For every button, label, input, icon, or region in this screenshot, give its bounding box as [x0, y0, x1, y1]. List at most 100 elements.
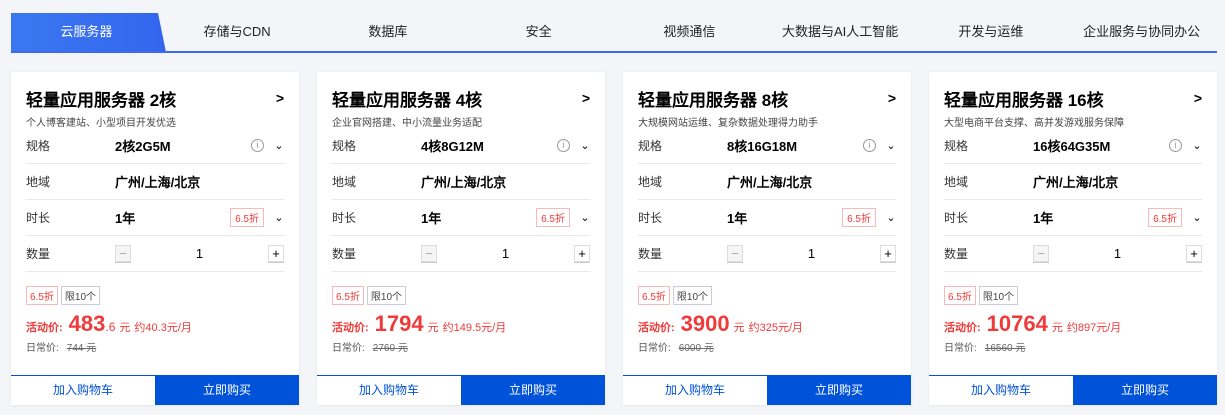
quantity-value[interactable]: 1	[502, 246, 509, 261]
chevron-down-icon[interactable]: ⌄	[886, 211, 896, 224]
product-card: 轻量应用服务器 8核 > 大规模网站运维、复杂数据处理得力助手 规格 8核16G18…	[623, 72, 911, 405]
discount-tag: 6.5折	[638, 286, 670, 305]
tab-0[interactable]: 云服务器	[11, 13, 162, 51]
promo-label: 活动价:	[332, 322, 369, 334]
tab-5[interactable]: 大数据与AI人工智能	[765, 13, 916, 51]
buy-now-button[interactable]: 立即购买	[155, 376, 299, 405]
add-to-cart-button[interactable]: 加入购物车	[623, 376, 767, 405]
tab-1[interactable]: 存储与CDN	[162, 13, 313, 51]
regular-label: 日常价:	[944, 343, 977, 354]
region-row: 地域 广州/上海/北京	[26, 164, 284, 200]
spec-row[interactable]: 规格 2核2G5M i ⌄	[26, 128, 284, 164]
region-value: 广州/上海/北京	[421, 175, 507, 190]
buy-now-button[interactable]: 立即购买	[461, 376, 605, 405]
promo-price: 活动价: 483.6 元约40.3元/月	[26, 311, 284, 337]
duration-row[interactable]: 时长 1年 6.5折 ⌄	[332, 200, 590, 236]
tab-7[interactable]: 企业服务与协同办公	[1066, 13, 1217, 51]
tab-6[interactable]: 开发与运维	[916, 13, 1067, 51]
currency-unit: 元	[427, 322, 439, 334]
decrement-button[interactable]: −	[421, 245, 437, 262]
price-integer: 10764	[986, 311, 1048, 336]
quantity-label: 数量	[332, 247, 357, 261]
tab-2[interactable]: 数据库	[313, 13, 464, 51]
card-title: 轻量应用服务器 4核	[332, 90, 483, 110]
region-value: 广州/上海/北京	[115, 175, 201, 190]
card-title-link[interactable]: 轻量应用服务器 4核 >	[332, 87, 590, 110]
monthly-price: 约897元/月	[1066, 322, 1122, 334]
chevron-down-icon[interactable]: ⌄	[1192, 211, 1202, 224]
increment-button[interactable]: +	[1185, 245, 1202, 262]
currency-unit: 元	[119, 322, 131, 334]
category-tabs: 云服务器 存储与CDN 数据库 安全 视频通信 大数据与AI人工智能 开发与运维 企业服务与协…	[11, 13, 1217, 53]
regular-label: 日常价:	[638, 343, 671, 354]
quantity-value[interactable]: 1	[1114, 246, 1121, 261]
regular-value: 744	[66, 343, 84, 354]
chevron-down-icon[interactable]: ⌄	[886, 139, 896, 152]
card-title-link[interactable]: 轻量应用服务器 16核 >	[944, 87, 1202, 110]
tab-3[interactable]: 安全	[463, 13, 614, 51]
buy-now-button[interactable]: 立即购买	[767, 376, 911, 405]
region-row: 地域 广州/上海/北京	[332, 164, 590, 200]
duration-value: 1年	[1033, 211, 1054, 226]
spec-row[interactable]: 规格 4核8G12M i ⌄	[332, 128, 590, 164]
region-value: 广州/上海/北京	[727, 175, 813, 190]
monthly-price: 约325元/月	[748, 322, 804, 334]
product-card: 轻量应用服务器 4核 > 企业官网搭建、中小流量业务适配 规格 4核8G12M i ⌄ …	[317, 72, 605, 405]
regular-value: 2760	[372, 343, 396, 354]
chevron-down-icon[interactable]: ⌄	[580, 139, 590, 152]
chevron-down-icon[interactable]: ⌄	[274, 211, 284, 224]
quantity-stepper[interactable]: − 1 +	[115, 245, 284, 262]
add-to-cart-button[interactable]: 加入购物车	[929, 376, 1073, 405]
info-icon[interactable]: i	[557, 139, 570, 152]
quantity-row: 数量 − 1 +	[638, 236, 896, 272]
chevron-right-icon: >	[275, 90, 284, 106]
spec-value: 16核64G35M	[1033, 139, 1111, 154]
quantity-value[interactable]: 1	[196, 246, 203, 261]
region-row: 地域 广州/上海/北京	[638, 164, 896, 200]
quantity-stepper[interactable]: − 1 +	[1033, 245, 1202, 262]
decrement-button[interactable]: −	[1033, 245, 1049, 262]
decrement-button[interactable]: −	[727, 245, 743, 262]
regular-value: 16560	[984, 343, 1013, 354]
quantity-label: 数量	[638, 247, 663, 261]
spec-value: 8核16G18M	[727, 139, 798, 154]
duration-row[interactable]: 时长 1年 6.5折 ⌄	[26, 200, 284, 236]
card-title-link[interactable]: 轻量应用服务器 8核 >	[638, 87, 896, 110]
quantity-value[interactable]: 1	[808, 246, 815, 261]
card-title-link[interactable]: 轻量应用服务器 2核 >	[26, 87, 284, 110]
chevron-down-icon[interactable]: ⌄	[580, 211, 590, 224]
increment-button[interactable]: +	[573, 245, 590, 262]
tab-4[interactable]: 视频通信	[614, 13, 765, 51]
duration-row[interactable]: 时长 1年 6.5折 ⌄	[944, 200, 1202, 236]
limit-tag: 限10个	[366, 286, 407, 305]
spec-row[interactable]: 规格 16核64G35M i ⌄	[944, 128, 1202, 164]
chevron-down-icon[interactable]: ⌄	[1192, 139, 1202, 152]
add-to-cart-button[interactable]: 加入购物车	[317, 376, 461, 405]
promo-price: 活动价: 10764 元约897元/月	[944, 311, 1202, 337]
duration-row[interactable]: 时长 1年 6.5折 ⌄	[638, 200, 896, 236]
discount-badge: 6.5折	[842, 208, 876, 227]
duration-value: 1年	[115, 211, 136, 226]
duration-value: 1年	[727, 211, 748, 226]
spec-row[interactable]: 规格 8核16G18M i ⌄	[638, 128, 896, 164]
card-subtitle: 大规模网站运维、复杂数据处理得力助手	[638, 118, 818, 129]
chevron-right-icon: >	[581, 90, 590, 106]
info-icon[interactable]: i	[863, 139, 876, 152]
chevron-down-icon[interactable]: ⌄	[274, 139, 284, 152]
spec-value: 2核2G5M	[115, 139, 171, 154]
quantity-stepper[interactable]: − 1 +	[421, 245, 590, 262]
decrement-button[interactable]: −	[115, 245, 131, 262]
product-card: 轻量应用服务器 16核 > 大型电商平台支撑、高并发游戏服务保障 规格 16核64G…	[929, 72, 1217, 405]
quantity-stepper[interactable]: − 1 +	[727, 245, 896, 262]
currency-unit: 元	[86, 343, 97, 354]
info-icon[interactable]: i	[251, 139, 264, 152]
price-integer: 3900	[680, 311, 730, 336]
increment-button[interactable]: +	[879, 245, 896, 262]
buy-now-button[interactable]: 立即购买	[1073, 376, 1217, 405]
add-to-cart-button[interactable]: 加入购物车	[11, 376, 155, 405]
promo-price: 活动价: 3900 元约325元/月	[638, 311, 896, 337]
limit-tag: 限10个	[60, 286, 101, 305]
increment-button[interactable]: +	[267, 245, 284, 262]
card-subtitle: 个人博客建站、小型项目开发优选	[26, 118, 176, 129]
info-icon[interactable]: i	[1169, 139, 1182, 152]
